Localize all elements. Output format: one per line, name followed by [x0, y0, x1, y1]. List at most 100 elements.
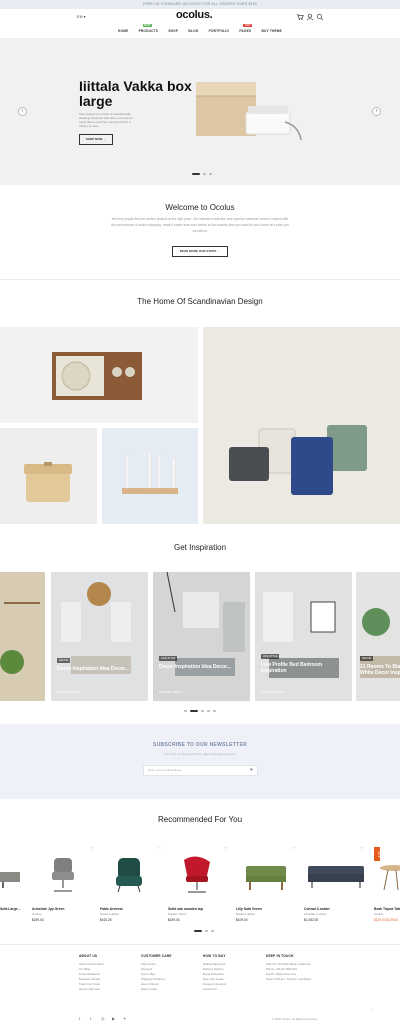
search-icon[interactable] [316, 13, 324, 21]
wood-box-product-tile[interactable] [0, 428, 97, 524]
post-category[interactable]: LIFE STYLE [159, 656, 178, 661]
radio-product-tile[interactable] [0, 327, 198, 423]
nav-shop[interactable]: SHOP [168, 29, 178, 33]
section-divider [0, 279, 400, 280]
post-category[interactable]: DECOR [57, 658, 71, 663]
heart-icon[interactable]: ♡ [360, 846, 364, 851]
hero-product-image [196, 82, 302, 141]
slider-next-button[interactable]: › [372, 107, 381, 116]
promo-bar: FREE US STANDARD DELIVERY FOR ALL ORDERS… [0, 0, 400, 9]
slide-dot[interactable] [192, 173, 200, 175]
candle-holder-product-tile[interactable] [102, 428, 198, 524]
slide-dot[interactable] [203, 173, 206, 175]
copyright: © 2020 Ocolus. All Rights Reserved. [272, 1017, 318, 1021]
read-more-button[interactable]: READ MORE OUR STORY → [172, 246, 228, 257]
newsletter-section [0, 724, 400, 799]
footer-link[interactable]: Secure Payment [79, 987, 104, 992]
product-name[interactable]: Solid oak wooden top [168, 907, 203, 911]
slide-dot[interactable] [184, 710, 187, 712]
blog-card[interactable]: LIFE STYLE Low Profile Bed Bedroom Inspi… [255, 572, 352, 701]
product-name[interactable]: Lilly Sofa Green [236, 907, 262, 911]
product-brand: Kitchen Stock [168, 912, 187, 916]
post-title[interactable]: Decor Inspiration Idea Decor... [57, 666, 137, 672]
newsletter-title: SUBSCRIBE TO OUR NEWSLETTER [152, 742, 248, 748]
footer-heading: CUSTOMER CARE [141, 954, 172, 958]
slider-prev-button[interactable]: ‹ [18, 107, 27, 116]
youtube-icon[interactable]: ▶ [112, 1016, 115, 1021]
footer-link[interactable]: Contact Us [203, 987, 226, 992]
heart-icon[interactable]: ♡ [224, 846, 228, 851]
nav-pages[interactable]: PAGES HOT [239, 24, 253, 33]
slide-dot[interactable] [209, 173, 212, 175]
product-image[interactable] [378, 862, 400, 894]
product-brand: Ocolus [374, 912, 384, 916]
nav-buy-theme[interactable]: BUY THEME [261, 29, 282, 33]
product-price: $249.00 [32, 918, 44, 922]
welcome-text: We help people find the perfect product … [110, 217, 290, 233]
slide-dot[interactable] [201, 710, 204, 712]
post-title[interactable]: 21 Rooms To Black & White Decor Inspirat… [360, 664, 400, 676]
product-image[interactable] [0, 862, 22, 892]
product-image[interactable] [178, 854, 216, 896]
cart-icon[interactable] [296, 13, 304, 21]
footer-col-how-to-buy: HOW TO BUY Making Payments Delivery Opti… [203, 954, 226, 992]
instagram-icon[interactable]: ◎ [101, 1016, 105, 1021]
slide-dot[interactable] [194, 930, 202, 932]
user-icon[interactable] [306, 13, 314, 21]
slide-dot[interactable] [207, 710, 210, 712]
hero-pagination [192, 173, 212, 175]
footer-heading: KEEP IN TOUCH [266, 954, 294, 958]
product-price: $159.00 [168, 918, 180, 922]
slide-dot[interactable] [211, 930, 214, 932]
sale-badge: SALE [374, 847, 380, 861]
product-name[interactable]: Fable Armrest [100, 907, 123, 911]
product-price: $129.00 $129.00 [374, 918, 398, 922]
blog-card[interactable] [0, 572, 45, 701]
footer-heading: ABOUT US [79, 954, 98, 958]
post-meta: By ADMIN JAN 02 0 [159, 691, 183, 694]
product-image[interactable] [112, 856, 146, 896]
product-image[interactable] [244, 862, 288, 894]
blog-card[interactable]: LIFE STYLE Decor Inspiration Idea Decor.… [153, 572, 250, 701]
pinterest-icon[interactable]: ✦ [123, 1016, 126, 1021]
product-brand: Christian Ludlow [304, 912, 327, 916]
nav-products[interactable]: PRODUCTS NEW [139, 24, 159, 33]
twitter-icon[interactable]: t [90, 1016, 91, 1021]
product-brand: Daniel Ludlow [236, 912, 255, 916]
nav-blog[interactable]: BLOG [188, 29, 198, 33]
language-selector[interactable]: EN ▾ [77, 14, 86, 19]
post-title[interactable]: Low Profile Bed Bedroom Inspiration [261, 662, 341, 674]
back-to-top-icon[interactable]: ⌃ [371, 1008, 374, 1013]
product-image[interactable] [306, 862, 366, 892]
nav-home[interactable]: HOME [118, 29, 128, 33]
slide-dot[interactable] [205, 930, 208, 932]
product-price: $1,082.00 [304, 918, 319, 922]
product-name[interactable]: Conrad 3-seater [304, 907, 330, 911]
heart-icon[interactable]: ♡ [90, 846, 94, 851]
nav-portfolio[interactable]: PORTFOLIO [209, 29, 229, 33]
blog-card[interactable]: DECOR 21 Rooms To Black & White Decor In… [356, 572, 400, 701]
slide-dot[interactable] [213, 710, 216, 712]
product-name[interactable]: Armchair Jyp Green [32, 907, 64, 911]
slide-dot[interactable] [190, 710, 198, 712]
shop-now-button[interactable]: SHOP NOW → [79, 134, 113, 145]
blog-card[interactable]: DECOR Decor Inspiration Idea Decor... By… [51, 572, 148, 701]
post-title[interactable]: Decor Inspiration Idea Decor... [159, 664, 239, 670]
facebook-icon[interactable]: f [79, 1016, 80, 1021]
heart-icon[interactable]: ♡ [292, 846, 296, 851]
newsletter-email-input[interactable]: Enter your email address [143, 765, 258, 776]
scandi-title: The Home Of Scandinavian Design [137, 297, 263, 306]
footer-col-customer-care: CUSTOMER CARE Help Center Payment How to… [141, 954, 172, 992]
baskets-product-tile[interactable] [203, 327, 400, 524]
recommended-pagination [194, 930, 214, 932]
footer-link[interactable]: Return policy [141, 987, 172, 992]
product-name[interactable]: Beak Tripod Table [374, 907, 400, 911]
product-image[interactable] [46, 856, 80, 896]
heart-icon[interactable]: ♡ [158, 846, 162, 851]
logo[interactable]: ocolus. [176, 9, 213, 21]
post-category[interactable]: LIFE STYLE [261, 654, 280, 659]
hero-text: Stay excited to receive an aesthetically… [79, 112, 133, 128]
product-name[interactable]: Sofa Large... [0, 907, 20, 911]
post-category[interactable]: DECOR [360, 656, 374, 661]
send-icon[interactable]: ➤ [248, 767, 255, 774]
